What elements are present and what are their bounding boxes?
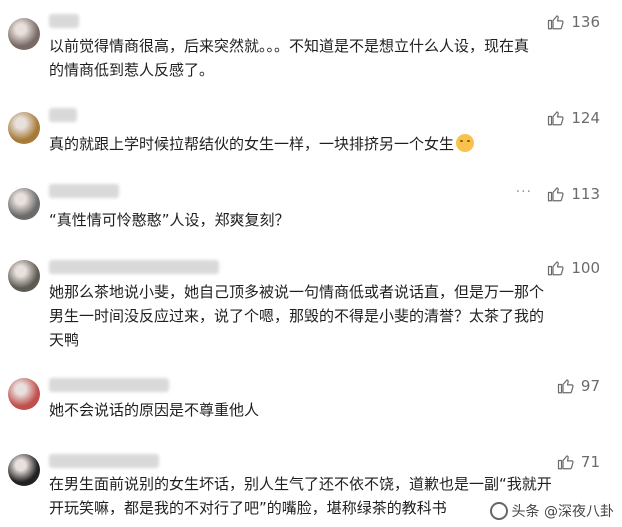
like-count: 113 (571, 185, 600, 203)
avatar[interactable] (8, 112, 40, 144)
thumbs-up-icon (557, 377, 575, 395)
smiling-emoji-icon (456, 134, 475, 152)
comment-text: 她不会说话的原因是不尊重他人 (49, 401, 260, 419)
watermark-text: 头条 @深夜八卦 (511, 504, 614, 520)
comment-text: 她那么茶地说小斐，她自己顶多被说一句情商低或者说话直，但是万一那个 男生一时间没… (49, 283, 545, 349)
thumbs-up-icon (557, 453, 575, 471)
comment-text: “真性情可怜憨憨”人设，郑爽复刻？ (49, 211, 290, 229)
avatar[interactable] (8, 454, 40, 486)
like-button[interactable]: 136 (547, 12, 600, 32)
thumbs-up-icon (547, 185, 565, 203)
username[interactable] (49, 260, 219, 274)
thumbs-up-icon (547, 259, 565, 277)
username[interactable] (49, 14, 79, 28)
avatar[interactable] (8, 378, 40, 410)
watermark: 头条 @深夜八卦 (489, 501, 614, 521)
like-count: 136 (571, 13, 600, 31)
avatar[interactable] (8, 188, 40, 220)
like-button[interactable]: 113 (547, 184, 600, 204)
thumbs-up-icon (547, 109, 565, 127)
more-options-icon[interactable]: ··· (516, 184, 532, 200)
username[interactable] (49, 108, 77, 122)
like-count: 97 (580, 377, 600, 395)
like-count: 71 (580, 453, 600, 471)
comment-text: 以前觉得情商很高，后来突然就。。。不知道是不是想立什么人设，现在真 的情商低到惹… (49, 37, 530, 79)
like-button[interactable]: 97 (557, 376, 600, 396)
username[interactable] (49, 378, 169, 392)
avatar[interactable] (8, 260, 40, 292)
thumbs-up-icon (547, 13, 565, 31)
like-count: 100 (571, 259, 600, 277)
like-count: 124 (571, 109, 600, 127)
toutiao-logo-icon (489, 502, 508, 520)
comment-text-body: 真的就跟上学时候拉帮结伙的女生一样，一块排挤另一个女生 (49, 135, 455, 153)
like-button[interactable]: 100 (547, 258, 600, 278)
like-button[interactable]: 71 (557, 452, 600, 472)
like-button[interactable]: 124 (547, 108, 600, 128)
avatar[interactable] (8, 18, 40, 50)
username[interactable] (49, 184, 119, 198)
username[interactable] (49, 454, 159, 468)
comment-text: 真的就跟上学时候拉帮结伙的女生一样，一块排挤另一个女生 (49, 132, 609, 156)
